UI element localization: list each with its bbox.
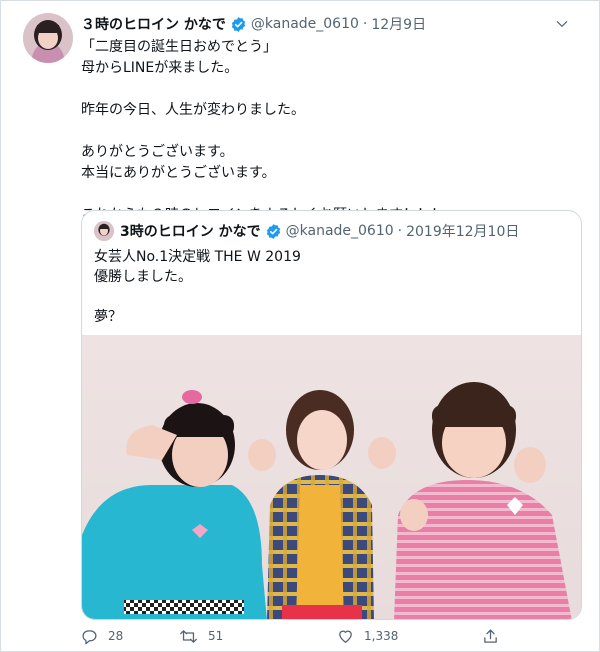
quoted-photo[interactable] [82, 335, 581, 619]
tweet-line [81, 79, 581, 100]
tweet-line: 昨年の今日、人生が変わりました。 [81, 102, 305, 118]
quoted-tweet[interactable]: 3時のヒロイン かなで @kanade_0610 · 2019年12月10日 女… [81, 210, 582, 620]
quoted-header: 3時のヒロイン かなで @kanade_0610 · 2019年12月10日 [120, 220, 519, 242]
verified-badge-icon [265, 223, 282, 240]
reply-count: 28 [108, 629, 124, 643]
tweet-date[interactable]: 12月9日 [371, 14, 426, 34]
tweet-line: ありがとうございます。 [81, 144, 234, 160]
author-handle[interactable]: @kanade_0610 [251, 16, 359, 32]
retweet-icon [180, 629, 197, 643]
reply-icon [82, 629, 97, 644]
separator-dot: · [397, 223, 403, 239]
action-bar: 28 51 1,338 [81, 625, 521, 647]
tweet-header: ３時のヒロイン かなで @kanade_0610 · 12月9日 [81, 13, 581, 35]
separator-dot: · [362, 16, 368, 32]
like-count: 1,338 [364, 629, 399, 643]
tweet-body: 「二度目の誕生日おめでとう」 母からLINEが来ました。 昨年の今日、人生が変わ… [81, 37, 581, 226]
quoted-date: 2019年12月10日 [406, 224, 520, 240]
share-icon [484, 628, 497, 643]
avatar[interactable] [23, 13, 73, 63]
verified-badge-icon [230, 16, 247, 33]
like-button[interactable]: 1,338 [337, 628, 398, 645]
heart-icon [339, 630, 352, 643]
quoted-line: 優勝しました。 [94, 269, 192, 285]
quoted-line: 女芸人No.1決定戦 THE W 2019 [94, 249, 301, 265]
quoted-handle: @kanade_0610 [285, 223, 394, 239]
chevron-down-icon[interactable] [551, 13, 573, 35]
tweet-line [81, 184, 581, 205]
tweet-line: 本当にありがとうございます。 [81, 165, 276, 181]
quoted-line: 夢？ [94, 309, 122, 325]
tweet-line: 母からLINEが来ました。 [81, 60, 239, 76]
author-name[interactable]: ３時のヒロイン かなで [81, 14, 226, 34]
tweet-card: ３時のヒロイン かなで @kanade_0610 · 12月9日 「二度目の誕生… [0, 0, 600, 652]
quoted-line [94, 287, 564, 307]
tweet-line: 「二度目の誕生日おめでとう」 [81, 39, 277, 55]
retweet-button[interactable]: 51 [179, 628, 223, 645]
reply-button[interactable]: 28 [81, 628, 123, 645]
quoted-author-name: 3時のヒロイン かなで [120, 224, 261, 240]
quoted-avatar [94, 221, 114, 241]
quoted-body: 女芸人No.1決定戦 THE W 2019 優勝しました。 夢？ [94, 247, 564, 327]
retweet-count: 51 [208, 629, 224, 643]
share-button[interactable] [482, 628, 509, 645]
tweet-line [81, 121, 581, 142]
